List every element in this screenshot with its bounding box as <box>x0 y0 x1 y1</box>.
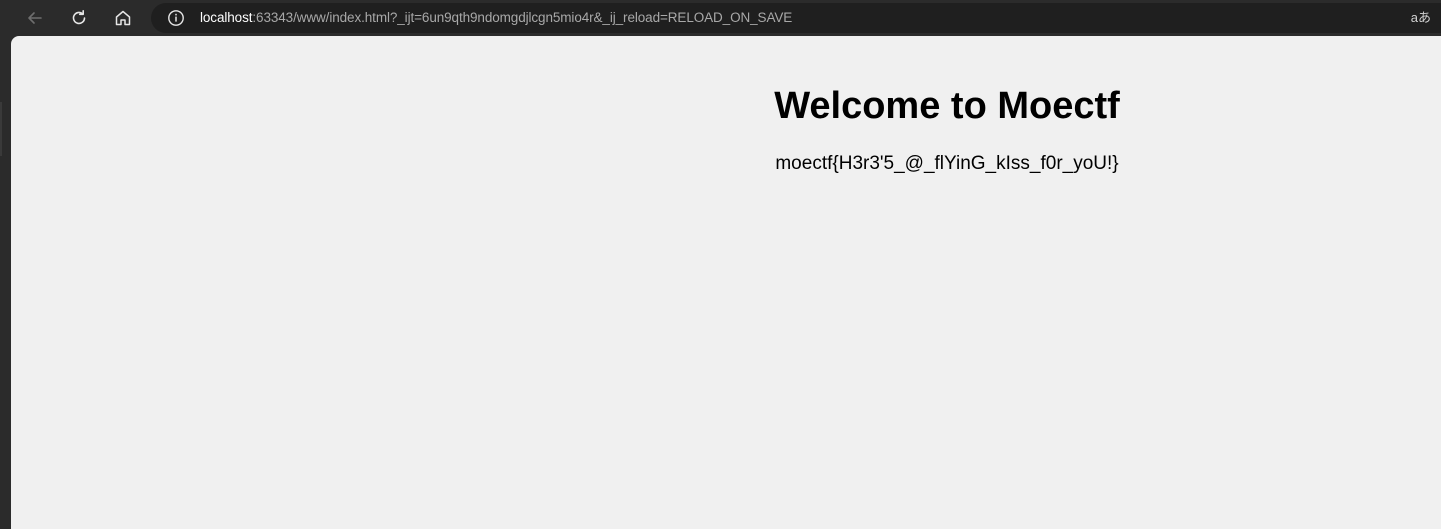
url-host: localhost <box>200 10 253 25</box>
address-bar[interactable]: localhost:63343/www/index.html?_ijt=6un9… <box>151 3 1441 33</box>
url-path: :63343/www/index.html?_ijt=6un9qth9ndomg… <box>252 10 793 25</box>
home-icon <box>115 10 131 26</box>
sidebar-edge-mark <box>0 102 2 156</box>
read-aloud-button[interactable]: aあ <box>1411 3 1431 33</box>
reload-button[interactable] <box>65 4 93 32</box>
arrow-left-icon <box>28 12 42 24</box>
left-sidebar-edge <box>0 36 11 529</box>
back-button[interactable] <box>21 4 49 32</box>
reload-icon <box>72 10 86 25</box>
info-icon[interactable] <box>167 9 185 27</box>
flag-text: moectf{H3r3'5_@_flYinG_kIss_f0r_yoU!} <box>775 153 1119 174</box>
home-button[interactable] <box>109 4 137 32</box>
url-text[interactable]: localhost:63343/www/index.html?_ijt=6un9… <box>200 3 792 33</box>
page-title: Welcome to Moectf <box>774 85 1120 127</box>
browser-toolbar: localhost:63343/www/index.html?_ijt=6un9… <box>0 0 1441 36</box>
page-viewport: Welcome to Moectf moectf{H3r3'5_@_flYinG… <box>11 36 1441 529</box>
